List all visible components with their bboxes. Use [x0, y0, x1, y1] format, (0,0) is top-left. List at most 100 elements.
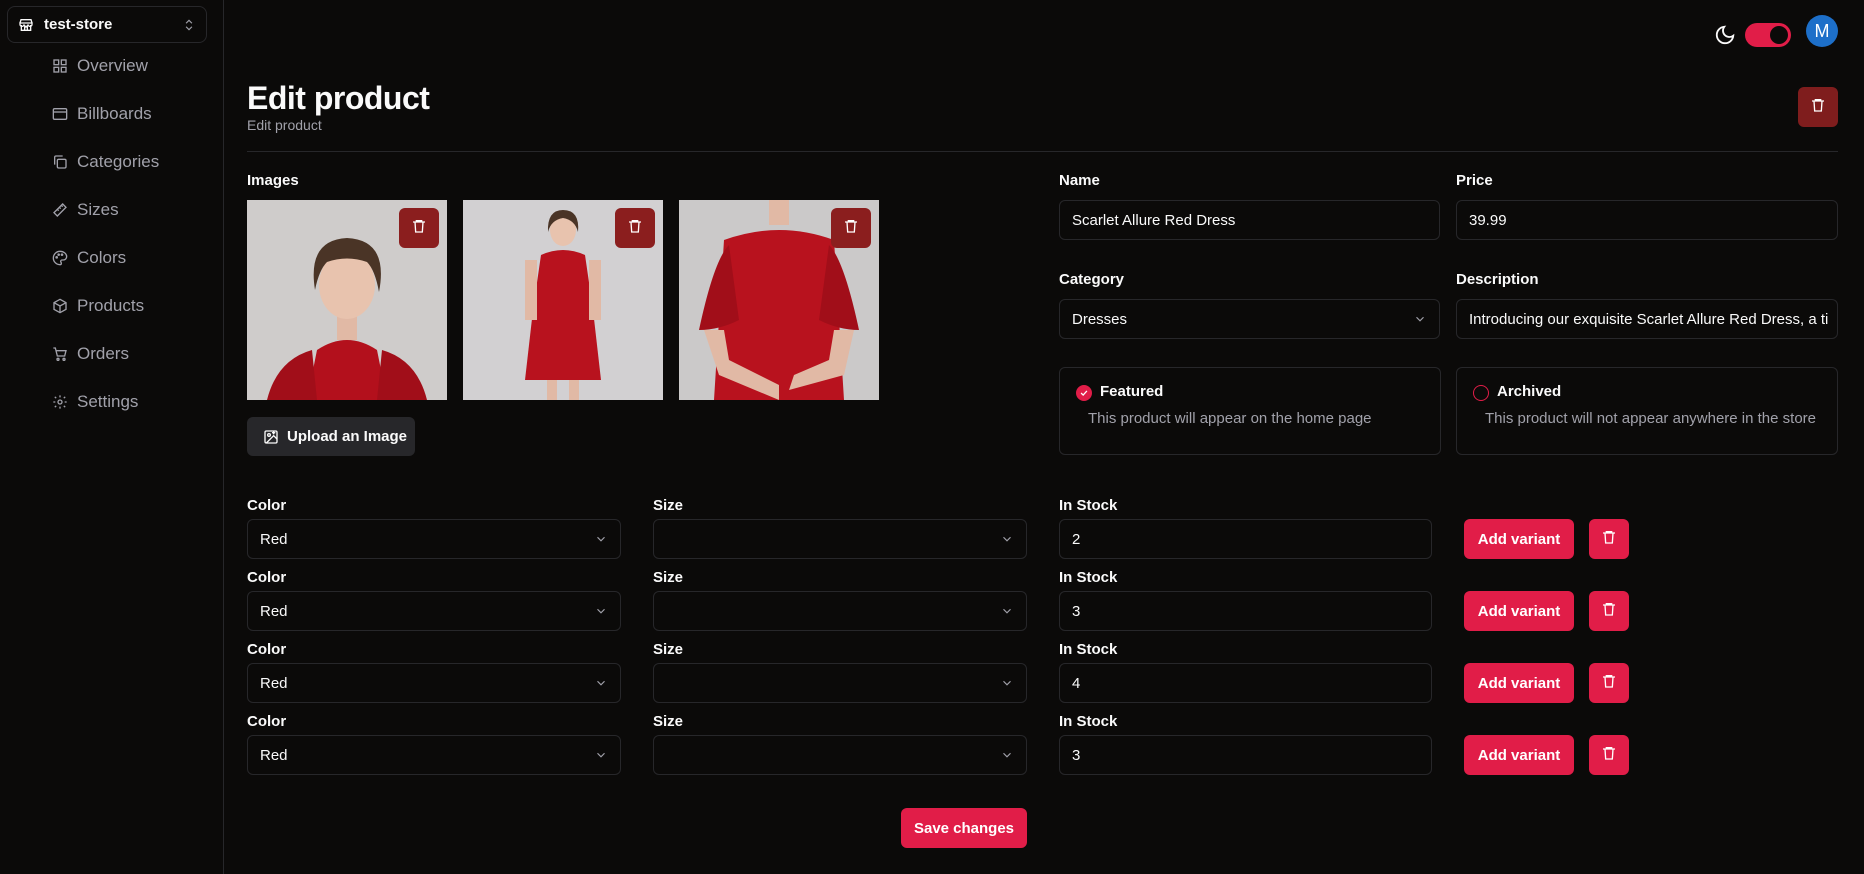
ruler-icon: [52, 202, 68, 218]
avatar[interactable]: M: [1806, 15, 1838, 47]
featured-title: Featured: [1100, 383, 1164, 400]
variant-size-label: Size: [653, 713, 684, 730]
description-label: Description: [1456, 271, 1539, 288]
variant-size-select[interactable]: [653, 591, 1027, 631]
sidebar-item-label: Colors: [77, 248, 127, 267]
description-input[interactable]: Introducing our exquisite Scarlet Allure…: [1456, 299, 1838, 339]
delete-variant-button[interactable]: [1589, 519, 1629, 559]
variant-size-select[interactable]: [653, 663, 1027, 703]
price-label: Price: [1456, 172, 1493, 189]
trash-icon: [1810, 97, 1826, 118]
variant-color-value: Red: [260, 674, 288, 692]
delete-product-button[interactable]: [1798, 87, 1838, 127]
variant-size-label: Size: [653, 497, 684, 514]
sidebar-item-label: Settings: [77, 392, 139, 411]
sidebar-item-label: Categories: [77, 152, 160, 171]
cart-icon: [52, 346, 68, 362]
trash-icon: [411, 218, 427, 239]
variant-color-label: Color: [247, 497, 287, 514]
category-label: Category: [1059, 271, 1125, 288]
variant-stock-input[interactable]: 4: [1059, 663, 1432, 703]
store-switcher[interactable]: test-store: [7, 6, 207, 43]
variant-color-value: Red: [260, 530, 288, 548]
delete-image-button[interactable]: [399, 208, 439, 248]
chevron-down-icon: [1000, 532, 1014, 550]
variant-color-value: Red: [260, 746, 288, 764]
delete-variant-button[interactable]: [1589, 735, 1629, 775]
chevrons-up-down-icon: [182, 17, 196, 37]
variant-color-select[interactable]: Red: [247, 663, 621, 703]
page-title: Edit product: [247, 80, 430, 116]
theme-toggle[interactable]: [1745, 23, 1791, 47]
trash-icon: [1601, 673, 1617, 694]
price-input[interactable]: 39.99: [1456, 200, 1838, 240]
trash-icon: [843, 218, 859, 239]
trash-icon: [1601, 745, 1617, 766]
archived-title: Archived: [1497, 383, 1562, 400]
variant-stock-input[interactable]: 2: [1059, 519, 1432, 559]
copy-icon: [52, 154, 68, 170]
upload-image-button[interactable]: Upload an Image: [247, 417, 415, 456]
name-input[interactable]: Scarlet Allure Red Dress: [1059, 200, 1440, 240]
save-changes-button[interactable]: Save changes: [901, 808, 1027, 848]
billboard-icon: [52, 106, 68, 122]
variant-stock-input[interactable]: 3: [1059, 591, 1432, 631]
variant-stock-label: In Stock: [1059, 641, 1118, 658]
variant-size-select[interactable]: [653, 519, 1027, 559]
category-value: Dresses: [1072, 310, 1128, 328]
add-variant-button[interactable]: Add variant: [1464, 735, 1574, 775]
variant-stock-label: In Stock: [1059, 497, 1118, 514]
sidebar-item-products[interactable]: Products: [52, 282, 144, 330]
add-variant-button[interactable]: Add variant: [1464, 663, 1574, 703]
name-label: Name: [1059, 172, 1100, 189]
sidebar-item-categories[interactable]: Categories: [52, 138, 159, 186]
chevron-down-icon: [594, 748, 608, 766]
featured-option[interactable]: Featured This product will appear on the…: [1059, 367, 1441, 455]
image-plus-icon: [263, 429, 279, 445]
sidebar-item-billboards[interactable]: Billboards: [52, 90, 152, 138]
variant-size-label: Size: [653, 641, 684, 658]
sidebar-item-label: Products: [77, 296, 145, 315]
chevron-down-icon: [594, 604, 608, 622]
add-variant-button[interactable]: Add variant: [1464, 591, 1574, 631]
gear-icon: [52, 394, 68, 410]
variant-size-label: Size: [653, 569, 684, 586]
variant-stock-input[interactable]: 3: [1059, 735, 1432, 775]
store-name: test-store: [44, 16, 113, 33]
variant-color-select[interactable]: Red: [247, 519, 621, 559]
chevron-down-icon: [1000, 676, 1014, 694]
sidebar-item-overview[interactable]: Overview: [52, 42, 148, 90]
moon-icon[interactable]: [1714, 24, 1736, 46]
store-icon: [18, 16, 36, 34]
sidebar-item-colors[interactable]: Colors: [52, 234, 126, 282]
variant-color-select[interactable]: Red: [247, 735, 621, 775]
variant-color-select[interactable]: Red: [247, 591, 621, 631]
archived-checkbox[interactable]: [1473, 385, 1489, 401]
chevron-down-icon: [1000, 748, 1014, 766]
delete-image-button[interactable]: [831, 208, 871, 248]
delete-variant-button[interactable]: [1589, 663, 1629, 703]
add-variant-button[interactable]: Add variant: [1464, 519, 1574, 559]
sidebar-item-sizes[interactable]: Sizes: [52, 186, 119, 234]
chevron-down-icon: [594, 676, 608, 694]
layout-grid-icon: [52, 58, 68, 74]
palette-icon: [52, 250, 68, 266]
chevron-down-icon: [594, 532, 608, 550]
variant-color-value: Red: [260, 602, 288, 620]
divider: [247, 151, 1838, 152]
delete-image-button[interactable]: [615, 208, 655, 248]
chevron-down-icon: [1413, 312, 1427, 330]
chevron-down-icon: [1000, 604, 1014, 622]
sidebar-item-settings[interactable]: Settings: [52, 378, 138, 426]
delete-variant-button[interactable]: [1589, 591, 1629, 631]
category-select[interactable]: Dresses: [1059, 299, 1440, 339]
variant-color-label: Color: [247, 641, 287, 658]
trash-icon: [1601, 601, 1617, 622]
page-subtitle: Edit product: [247, 117, 322, 133]
archived-option[interactable]: Archived This product will not appear an…: [1456, 367, 1838, 455]
sidebar-item-orders[interactable]: Orders: [52, 330, 129, 378]
trash-icon: [627, 218, 643, 239]
sidebar-item-label: Billboards: [77, 104, 152, 123]
featured-checkbox[interactable]: [1076, 385, 1092, 401]
variant-size-select[interactable]: [653, 735, 1027, 775]
